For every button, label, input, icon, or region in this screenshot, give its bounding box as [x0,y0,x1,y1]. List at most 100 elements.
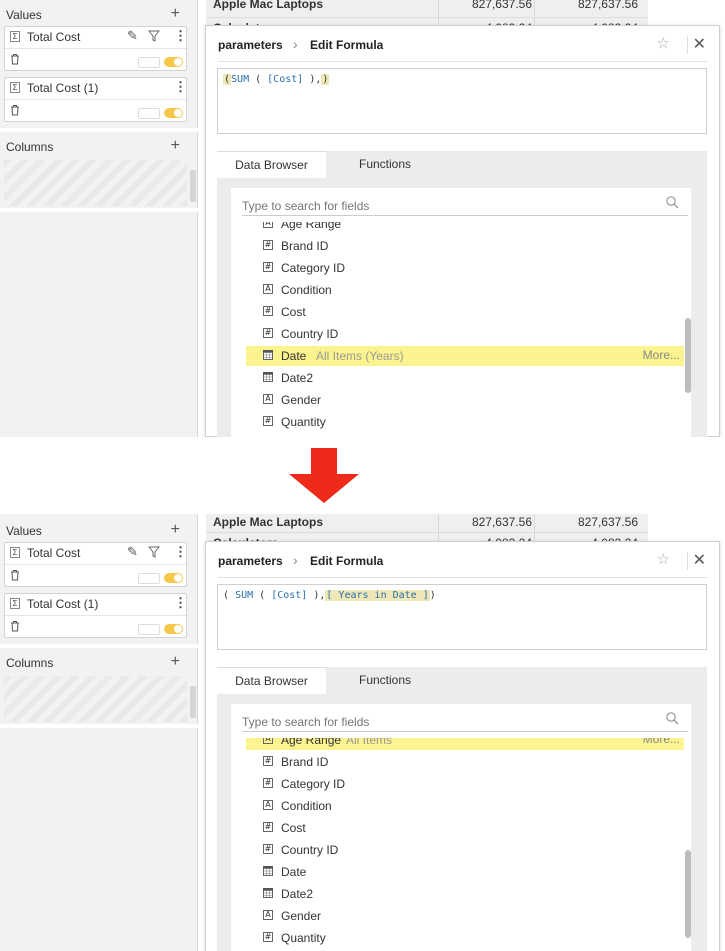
toggle-switch[interactable] [164,624,183,634]
row-value: 827,637.56 [471,515,532,529]
field-card-total-cost[interactable]: Σ Total Cost ✎ ⋮ [4,26,187,71]
star-icon[interactable]: ☆ [657,34,670,52]
add-column-icon[interactable]: + [171,652,180,672]
section-gap [0,128,198,132]
list-item[interactable]: # Country ID [246,324,684,344]
toggle-switch[interactable] [164,573,183,583]
search-input[interactable] [242,712,688,732]
list-item[interactable]: # Quantity [246,412,684,432]
list-item[interactable]: # Category ID [246,774,684,794]
formula-close: ), [309,74,322,85]
number-field-icon: # [263,306,273,316]
card-divider [5,99,186,100]
item-aggregation[interactable]: All Items [346,738,392,747]
breadcrumb-parameters[interactable]: parameters [218,554,283,568]
more-link[interactable]: More... [643,738,680,746]
calendar-icon [263,372,273,382]
field-name: Total Cost [27,30,81,44]
field-name: Total Cost (1) [27,597,99,611]
list-item[interactable]: A Gender [246,906,684,926]
section-gap [0,208,198,212]
field-card-total-cost[interactable]: Σ Total Cost ✎ ⋮ [4,542,187,587]
chevron-right-icon: › [293,552,298,568]
item-label: Country ID [281,327,339,341]
tab-data-browser[interactable]: Data Browser [217,667,326,694]
tab-functions[interactable]: Functions [327,667,443,694]
trash-icon[interactable] [10,569,20,581]
panel-grip[interactable] [190,686,196,718]
list-item[interactable]: # Cost [246,818,684,838]
close-icon[interactable]: ✕ [693,34,706,54]
formula-editor[interactable]: (SUM ( [Cost] ),) [217,68,707,134]
add-value-icon[interactable]: + [171,4,180,24]
columns-drop-zone[interactable] [4,160,187,206]
number-field-icon: # [263,756,273,766]
list-item[interactable]: # Country ID [246,840,684,860]
list-item[interactable]: # Category ID [246,258,684,278]
field-card-total-cost-1[interactable]: Σ Total Cost (1) ⋮ [4,77,187,122]
sidebar: Values + Σ Total Cost ✎ ⋮ Σ Total Cost (… [0,514,198,951]
list-item[interactable]: # Cost [246,302,684,322]
values-title: Values [6,524,42,538]
calendar-icon [263,350,273,360]
list-item[interactable]: A Age Range [246,222,684,234]
list-item[interactable]: A Condition [246,796,684,816]
more-link[interactable]: More... [643,348,680,362]
field-name: Total Cost [27,546,81,560]
values-header: Values + [0,520,198,542]
panel-grip[interactable] [190,170,196,202]
list-item[interactable]: Date2 [246,368,684,388]
list-item[interactable]: Date2 [246,884,684,904]
scrollbar-thumb[interactable] [685,318,691,393]
item-label: Date [281,865,307,879]
pencil-icon[interactable]: ✎ [127,544,138,560]
list-item[interactable]: # Quantity [246,928,684,948]
item-label: Condition [281,799,332,813]
item-label: Gender [281,393,322,407]
search-input[interactable] [242,196,688,216]
star-icon[interactable]: ☆ [657,550,670,568]
toggle-switch[interactable] [164,57,183,67]
more-icon[interactable]: ⋮ [174,79,187,95]
breadcrumb-parameters[interactable]: parameters [218,38,283,52]
list-item[interactable]: # Brand ID [246,236,684,256]
tab-data-browser[interactable]: Data Browser [217,151,326,178]
chevron-right-icon: › [293,36,298,52]
item-label: Cost [281,821,306,835]
list-item[interactable]: A Condition [246,280,684,300]
columns-drop-zone[interactable] [4,676,187,722]
trash-icon[interactable] [10,53,20,65]
filter-icon[interactable] [148,546,160,558]
trash-icon[interactable] [10,620,20,632]
add-column-icon[interactable]: + [171,136,180,156]
data-browser-panel: Data Browser Functions A Age Range # Bra… [217,151,707,437]
more-icon[interactable]: ⋮ [174,595,187,611]
add-value-icon[interactable]: + [171,520,180,540]
tab-functions[interactable]: Functions [327,151,443,178]
list-item[interactable]: # Brand ID [246,752,684,772]
scrollbar-thumb[interactable] [685,850,691,938]
search-icon[interactable] [665,711,679,725]
sigma-icon: Σ [10,547,20,558]
edit-formula-dialog: parameters › Edit Formula ☆ ✕ (SUM ( [Co… [205,25,720,437]
list-item[interactable]: A Gender [246,390,684,410]
list-item[interactable]: Date [246,862,684,882]
section-gap [0,644,198,648]
trash-icon[interactable] [10,104,20,116]
close-icon[interactable]: ✕ [693,550,706,570]
filter-icon[interactable] [148,30,160,42]
toggle-switch[interactable] [164,108,183,118]
data-browser-panel: Data Browser Functions A Age Range All I… [217,667,707,951]
list-item-selected[interactable]: Date All Items (Years) More... [246,346,684,366]
list-item-selected[interactable]: A Age Range All Items More... [246,738,684,750]
field-card-total-cost-1[interactable]: Σ Total Cost (1) ⋮ [4,593,187,638]
number-field-icon: # [263,844,273,854]
item-aggregation[interactable]: All Items (Years) [316,349,404,363]
more-icon[interactable]: ⋮ [174,544,187,560]
search-icon[interactable] [665,195,679,209]
more-icon[interactable]: ⋮ [174,28,187,44]
formula-editor[interactable]: ( SUM ( [Cost] ),[ Years in Date ]) [217,584,707,650]
pencil-icon[interactable]: ✎ [127,28,138,44]
header-divider [687,552,688,570]
formula-end-paren: ) [429,590,436,601]
